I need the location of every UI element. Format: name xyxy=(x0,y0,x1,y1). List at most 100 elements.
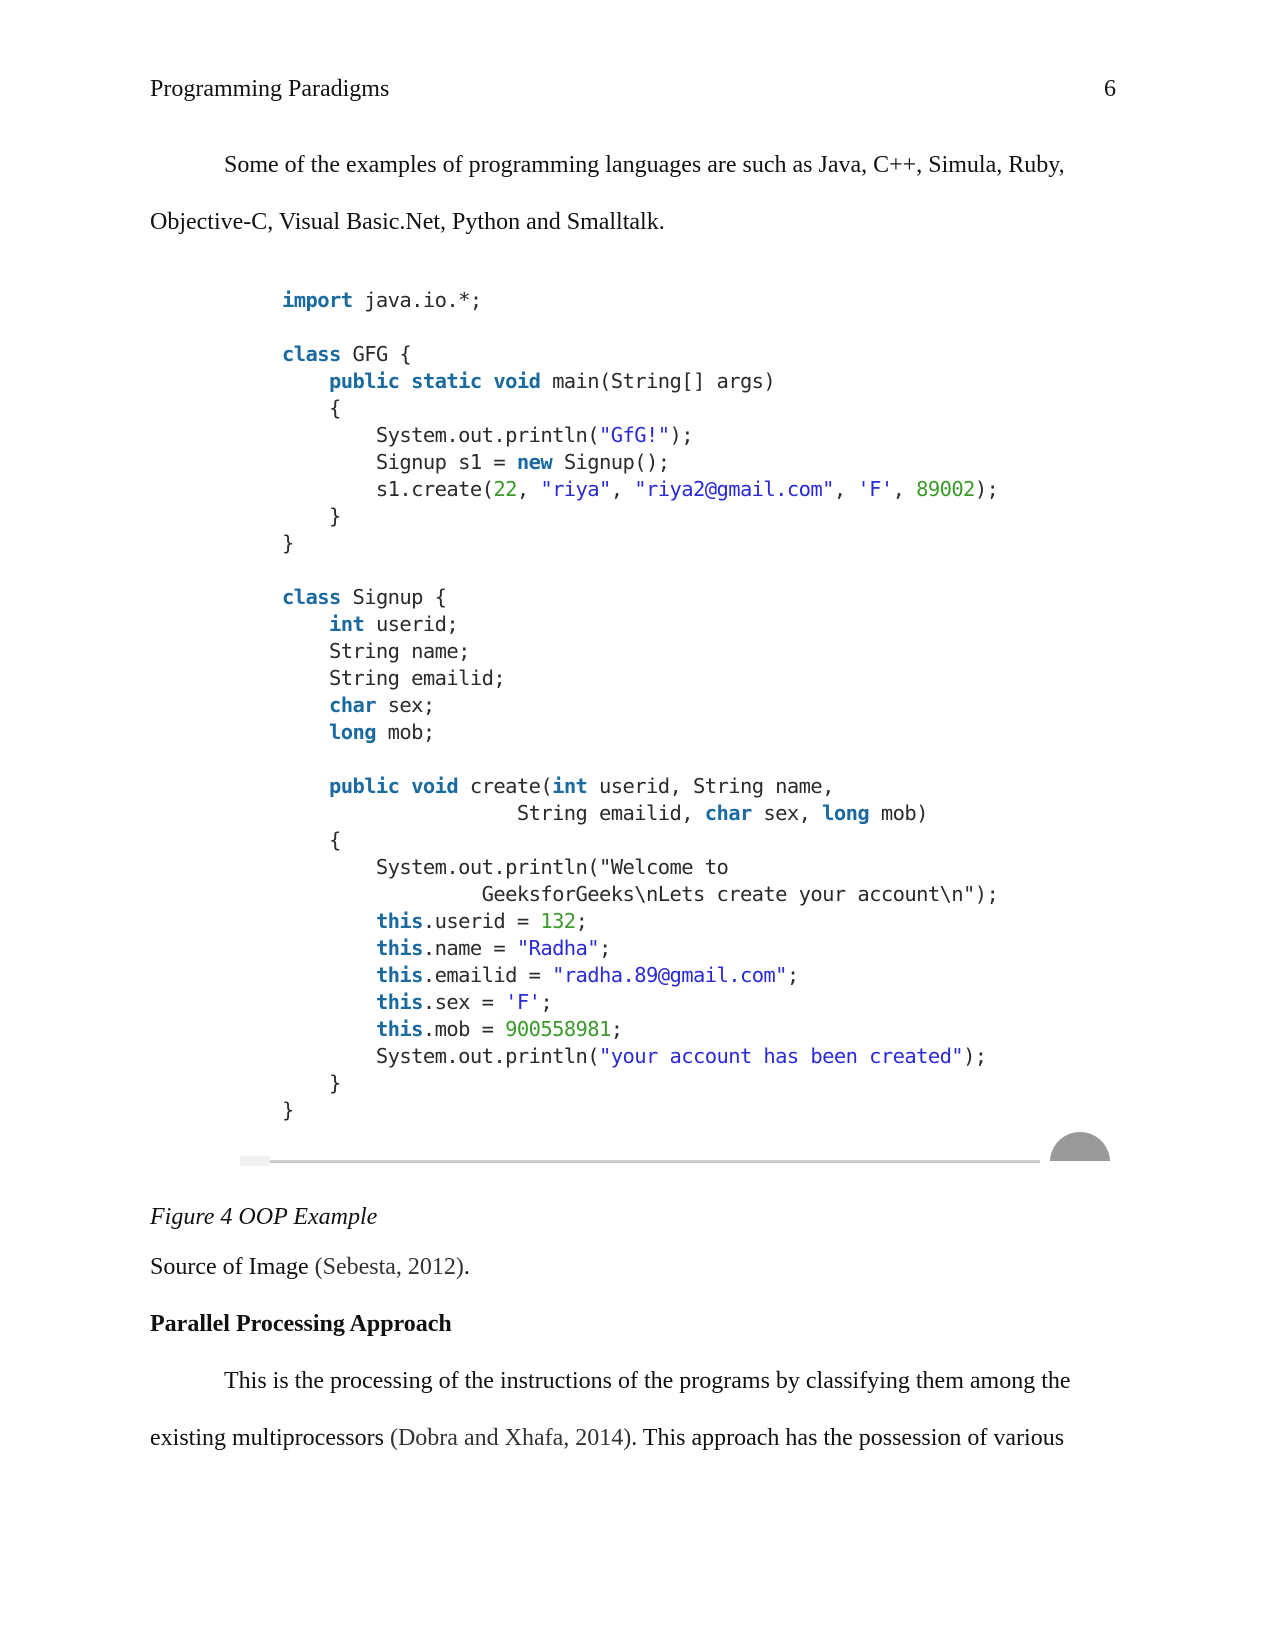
code-text: .mob = xyxy=(422,1017,506,1041)
paragraph-line: This is the processing of the instructio… xyxy=(224,1368,1071,1394)
code-text: sex; xyxy=(375,693,436,717)
code-text: .userid = xyxy=(422,909,541,933)
code-text: mob) xyxy=(869,801,929,825)
code-keyword: long xyxy=(822,801,870,825)
code-line: this.sex = 'F'; xyxy=(282,988,998,1015)
code-text: sex, xyxy=(751,801,823,825)
code-keyword: char xyxy=(328,693,377,717)
code-keyword: this xyxy=(375,936,424,960)
code-line: import java.io.*; xyxy=(282,286,998,313)
code-text: Signup(); xyxy=(552,450,670,474)
code-line: String emailid; xyxy=(282,664,998,691)
code-line: char sex; xyxy=(282,691,998,718)
code-text: userid, String name, xyxy=(587,774,834,798)
code-line: System.out.println("Welcome to xyxy=(282,853,998,880)
figure-caption: Figure 4 OOP Example xyxy=(150,1204,378,1230)
scrollbar-track-edge xyxy=(240,1156,270,1166)
code-number: 89002 xyxy=(916,477,975,501)
code-line: } xyxy=(282,529,998,556)
code-string: "radha.89@gmail.com" xyxy=(552,963,787,987)
citation: (Sebesta, 2012) xyxy=(314,1254,464,1280)
text: . This approach has the possession of va… xyxy=(631,1425,1065,1451)
paragraph-line: Objective-C, Visual Basic.Net, Python an… xyxy=(150,209,665,235)
code-line: long mob; xyxy=(282,718,998,745)
code-keyword: long xyxy=(328,720,377,744)
running-header-title: Programming Paradigms xyxy=(150,76,390,102)
code-text: , xyxy=(833,477,858,501)
code-line: this.emailid = "radha.89@gmail.com"; xyxy=(282,961,998,988)
code-text: ; xyxy=(540,990,553,1014)
code-text: } xyxy=(282,504,341,528)
code-text: System.out.println("Welcome to xyxy=(282,855,729,879)
code-line: class Signup { xyxy=(282,583,998,610)
paragraph-line: existing multiprocessors (Dobra and Xhaf… xyxy=(150,1424,1064,1452)
code-text: String emailid; xyxy=(282,666,506,690)
code-line: public void create(int userid, String na… xyxy=(282,772,998,799)
code-text: String name; xyxy=(282,639,471,663)
code-line: this.mob = 900558981; xyxy=(282,1015,998,1042)
code-text: ); xyxy=(963,1044,987,1068)
code-number: 900558981 xyxy=(505,1017,611,1041)
code-number: 22 xyxy=(493,477,517,501)
code-text: { xyxy=(282,828,341,852)
code-keyword: import xyxy=(282,288,353,312)
image-source-line: Source of Image (Sebesta, 2012). xyxy=(150,1253,470,1281)
code-text: Signup { xyxy=(340,585,447,609)
code-string: "GfG!" xyxy=(599,423,670,447)
code-text: ; xyxy=(610,1017,623,1041)
code-text: } xyxy=(282,1071,341,1095)
code-text: userid; xyxy=(364,612,459,636)
java-code-block: import java.io.*; class GFG { public stat… xyxy=(282,286,999,1123)
code-text: GeeksforGeeks\nLets create your account\… xyxy=(282,882,999,906)
code-keyword: this xyxy=(375,909,424,933)
code-line: System.out.println("your account has bee… xyxy=(282,1042,998,1069)
section-heading: Parallel Processing Approach xyxy=(150,1311,452,1337)
code-line: Signup s1 = new Signup(); xyxy=(282,448,998,475)
code-string: "riya" xyxy=(540,477,611,501)
code-text: String emailid, xyxy=(282,801,705,825)
source-label: Source of Image xyxy=(150,1254,315,1280)
code-text: , xyxy=(516,477,541,501)
code-line: { xyxy=(282,394,998,421)
code-screenshot-figure: import java.io.*; class GFG { public stat… xyxy=(240,270,1120,1175)
code-keyword: class xyxy=(282,342,341,366)
code-text: } xyxy=(282,531,294,555)
code-line: class GFG { xyxy=(282,340,998,367)
code-line: } xyxy=(282,1096,998,1123)
code-text: ; xyxy=(599,936,611,960)
horizontal-scrollbar[interactable] xyxy=(270,1160,1040,1163)
code-text: ); xyxy=(974,477,999,501)
code-string: "your account has been created" xyxy=(599,1044,964,1068)
code-text: .name = xyxy=(422,936,517,960)
code-text: ; xyxy=(575,909,588,933)
code-text: .sex = xyxy=(422,990,506,1014)
code-keyword: new xyxy=(516,450,553,474)
code-keyword: this xyxy=(375,1017,424,1041)
code-keyword: int xyxy=(552,774,588,798)
code-keyword: char xyxy=(704,801,753,825)
code-text: create( xyxy=(458,774,553,798)
code-line: int userid; xyxy=(282,610,998,637)
code-text: } xyxy=(282,1098,294,1122)
code-text: ; xyxy=(786,963,799,987)
scroll-circle-button-icon[interactable] xyxy=(1050,1132,1110,1161)
code-string: 'F' xyxy=(505,990,541,1014)
code-text: , xyxy=(892,477,917,501)
code-keyword: public static void xyxy=(328,369,541,393)
code-text: { xyxy=(282,396,341,420)
code-number: 132 xyxy=(540,909,576,933)
code-text: System.out.println( xyxy=(282,423,600,447)
paragraph-line: Some of the examples of programming lang… xyxy=(224,152,1065,178)
code-text: java.io.*; xyxy=(352,288,482,312)
code-line: { xyxy=(282,826,998,853)
